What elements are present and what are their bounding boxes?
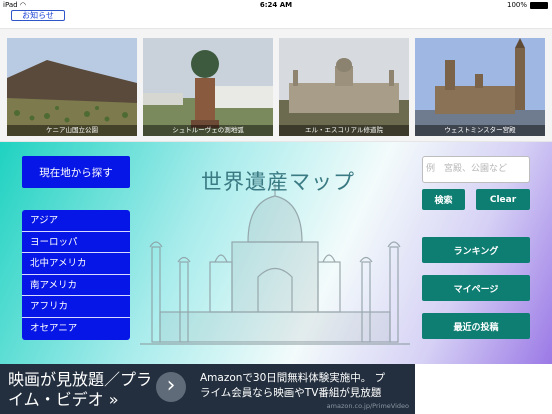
gallery-caption: シュトルーヴェの測地弧	[143, 125, 273, 136]
region-list: アジア ヨーロッパ 北中アメリカ 南アメリカ アフリカ オセアニア	[22, 210, 130, 340]
ad-text-line-2: ライム会員なら映画やTV番組が見放題	[200, 387, 382, 399]
mountain-photo	[7, 38, 137, 136]
mypage-button[interactable]: マイページ	[422, 275, 530, 301]
monument-photo	[143, 38, 273, 136]
photo-gallery: ケニア山国立公園 シュトルーヴェの測地弧 エル・エスコリアル修道院 ウェストミン…	[0, 28, 552, 142]
battery-percent: 100%	[506, 1, 527, 9]
locate-button[interactable]: 現在地から探す	[22, 156, 130, 188]
search-input[interactable]: 例 宮殿、公園など	[422, 156, 530, 183]
recent-posts-button[interactable]: 最近の投稿	[422, 313, 530, 339]
region-item-oceania[interactable]: オセアニア	[22, 318, 130, 340]
ranking-button[interactable]: ランキング	[422, 237, 530, 263]
ad-side-blank	[415, 364, 552, 414]
gallery-tile-westminster[interactable]: ウェストミンスター宮殿	[415, 38, 545, 136]
gallery-caption: エル・エスコリアル修道院	[279, 125, 409, 136]
status-time: 6:24 AM	[259, 1, 293, 9]
region-item-asia[interactable]: アジア	[22, 210, 130, 232]
ad-url: amazon.co.jp/PrimeVideo	[326, 402, 409, 410]
gallery-caption: ウェストミンスター宮殿	[415, 125, 545, 136]
gallery-caption: ケニア山国立公園	[7, 125, 137, 136]
search-button[interactable]: 検索	[422, 189, 465, 210]
ad-headline: 映画が見放題／プライム・ビデオ »	[8, 370, 153, 409]
clear-button[interactable]: Clear	[476, 189, 530, 210]
monastery-photo	[279, 38, 409, 136]
palace-photo	[415, 38, 545, 136]
taj-mahal-illustration	[140, 184, 410, 345]
region-item-europe[interactable]: ヨーロッパ	[22, 232, 130, 254]
gallery-tile-escorial[interactable]: エル・エスコリアル修道院	[279, 38, 409, 136]
notice-button[interactable]: お知らせ	[11, 10, 65, 21]
ad-text-line-1: Amazonで30日間無料体験実施中。 プ	[200, 372, 386, 384]
page-title: 世界遺産マップ	[201, 170, 355, 194]
region-item-north-central-america[interactable]: 北中アメリカ	[22, 253, 130, 275]
battery-icon	[530, 1, 548, 9]
gallery-tile-struve[interactable]: シュトルーヴェの測地弧	[143, 38, 273, 136]
gallery-tile-kenya[interactable]: ケニア山国立公園	[7, 38, 137, 136]
region-item-south-america[interactable]: 南アメリカ	[22, 275, 130, 297]
region-item-africa[interactable]: アフリカ	[22, 296, 130, 318]
status-bar: iPad ◠ 6:24 AM 100%	[0, 0, 552, 10]
chevron-right-icon[interactable]: ›	[156, 372, 186, 402]
ad-banner[interactable]: 映画が見放題／プライム・ビデオ » › Amazonで30日間無料体験実施中。 …	[0, 364, 415, 414]
main-panel: 現在地から探す 世界遺産マップ アジア ヨーロッパ 北中アメリカ 南アメリカ ア…	[0, 142, 552, 364]
